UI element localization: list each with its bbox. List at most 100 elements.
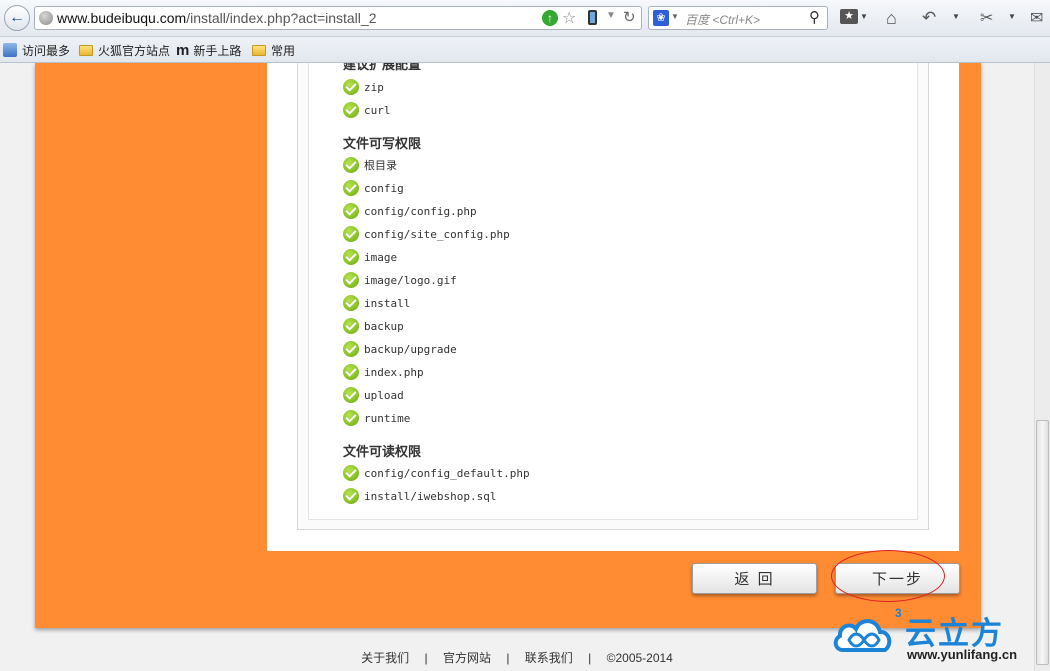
engine-dropdown-icon[interactable]: ▼ <box>671 12 679 21</box>
check-icon <box>343 272 359 288</box>
check-item-label: image/logo.gif <box>364 273 457 287</box>
check-item: config <box>343 179 404 197</box>
check-icon <box>343 226 359 242</box>
check-item-label: config <box>364 181 404 195</box>
bookmark-firefox-site[interactable]: 火狐官方站点 <box>79 41 170 59</box>
check-item: config/site_config.php <box>343 225 510 243</box>
check-item-label: index.php <box>364 365 424 379</box>
check-icon <box>343 79 359 95</box>
check-item-label: 根目录 <box>364 159 397 172</box>
writable-heading: 文件可写权限 <box>343 136 422 151</box>
check-item-label: image <box>364 250 398 264</box>
bookmark-page-icon <box>3 43 17 57</box>
globe-icon <box>39 11 53 25</box>
bookmark-most-visited[interactable]: 访问最多 <box>3 41 70 59</box>
footer-link-contact[interactable]: 联系我们 <box>525 651 573 665</box>
undo-dropdown-icon[interactable]: ▼ <box>952 12 960 21</box>
check-icon <box>343 203 359 219</box>
check-item: upload <box>343 386 404 404</box>
m-logo-icon: m <box>176 41 190 59</box>
check-item-label: install <box>364 296 411 310</box>
footer-separator: | <box>588 651 592 665</box>
bookmark-label: 访问最多 <box>22 43 71 58</box>
footer-link-about[interactable]: 关于我们 <box>361 651 409 665</box>
check-item: index.php <box>343 363 424 381</box>
check-icon <box>343 180 359 196</box>
chat-icon[interactable]: ✉ <box>1030 8 1043 28</box>
readable-heading: 文件可读权限 <box>343 444 422 459</box>
dropdown-icon[interactable]: ▼ <box>606 10 616 21</box>
folder-icon <box>252 44 266 56</box>
bookmark-label: 新手上路 <box>193 43 242 58</box>
url-path: /install/index.php?act=install_2 <box>186 10 377 26</box>
back-button[interactable]: ← <box>4 5 30 31</box>
bookmark-label: 火狐官方站点 <box>98 43 171 58</box>
check-icon <box>343 249 359 265</box>
check-item: config/config_default.php <box>343 464 530 482</box>
check-item: image <box>343 248 397 266</box>
check-item-label: config/config.php <box>364 204 477 218</box>
logo-domain: www.yunlifang.cn <box>907 647 1018 662</box>
check-item: install/iwebshop.sql <box>343 487 496 505</box>
check-item: curl <box>343 101 391 119</box>
go-icon[interactable]: ↑ <box>542 10 558 26</box>
bookmark-label: 常用 <box>271 43 296 58</box>
check-item-label: curl <box>364 103 391 117</box>
check-item-label: install/iwebshop.sql <box>364 489 497 503</box>
page-viewport: 建议扩展配置 zip curl 文件可写权限 根目录 config config/co… <box>0 63 1034 671</box>
check-item-label: backup <box>364 319 404 333</box>
check-item-label: zip <box>364 80 384 94</box>
check-item: runtime <box>343 409 410 427</box>
crop-icon[interactable]: ✂ <box>980 8 993 28</box>
check-icon <box>343 157 359 173</box>
bookmark-getting-started[interactable]: m 新手上路 <box>176 41 241 59</box>
check-icon <box>343 341 359 357</box>
check-item: backup <box>343 317 404 335</box>
check-icon <box>343 410 359 426</box>
check-icon <box>343 318 359 334</box>
bookmark-common[interactable]: 常用 <box>252 41 295 59</box>
check-item-label: runtime <box>364 411 411 425</box>
check-icon <box>343 295 359 311</box>
check-item-label: upload <box>364 388 404 402</box>
check-icon <box>343 465 359 481</box>
address-bar[interactable]: www.budeibuqu.com/install/index.php?act=… <box>34 6 642 30</box>
bookmarks-dropdown-icon[interactable]: ▼ <box>860 12 868 21</box>
check-item-label: config/site_config.php <box>364 227 510 241</box>
watermark-logo: 3 云立方 www.yunlifang.cn <box>833 606 1038 668</box>
folder-icon <box>79 44 93 56</box>
crop-dropdown-icon[interactable]: ▼ <box>1008 12 1016 21</box>
footer-link-official[interactable]: 官方网站 <box>443 651 491 665</box>
check-icon <box>343 102 359 118</box>
back-arrow-icon: ← <box>9 9 25 26</box>
reload-icon[interactable]: ↻ <box>623 8 636 26</box>
check-item: zip <box>343 78 384 96</box>
footer-separator: | <box>424 651 428 665</box>
check-item: 根目录 <box>343 156 397 174</box>
check-item: install <box>343 294 410 312</box>
check-item: config/config.php <box>343 202 477 220</box>
extensions-heading: 建议扩展配置 <box>343 63 422 72</box>
star-icon[interactable]: ☆ <box>562 8 576 28</box>
bookmarks-menu-icon[interactable]: ★ <box>840 9 858 24</box>
search-box[interactable]: ❀ ▼ 百度 <Ctrl+K> ⚲ <box>648 6 828 30</box>
url-text: www.budeibuqu.com/install/index.php?act=… <box>57 10 376 26</box>
check-item: backup/upgrade <box>343 340 457 358</box>
browser-toolbar: ← www.budeibuqu.com/install/index.php?ac… <box>0 0 1050 37</box>
undo-icon[interactable]: ↶ <box>922 8 936 28</box>
check-icon <box>343 488 359 504</box>
mobile-icon[interactable] <box>588 10 597 25</box>
search-icon[interactable]: ⚲ <box>809 8 820 26</box>
check-icon <box>343 364 359 380</box>
logo-badge: 3 <box>895 606 902 620</box>
check-icon <box>343 387 359 403</box>
home-icon[interactable]: ⌂ <box>886 8 897 29</box>
check-item-label: backup/upgrade <box>364 342 457 356</box>
annotation-circle <box>831 550 945 602</box>
copyright: ©2005-2014 <box>606 651 673 665</box>
back-step-button[interactable]: 返 回 <box>692 563 817 594</box>
check-item: image/logo.gif <box>343 271 457 289</box>
baidu-paw-icon: ❀ <box>653 10 669 26</box>
search-placeholder: 百度 <Ctrl+K> <box>685 13 761 27</box>
url-host: www.budeibuqu.com <box>57 10 187 26</box>
